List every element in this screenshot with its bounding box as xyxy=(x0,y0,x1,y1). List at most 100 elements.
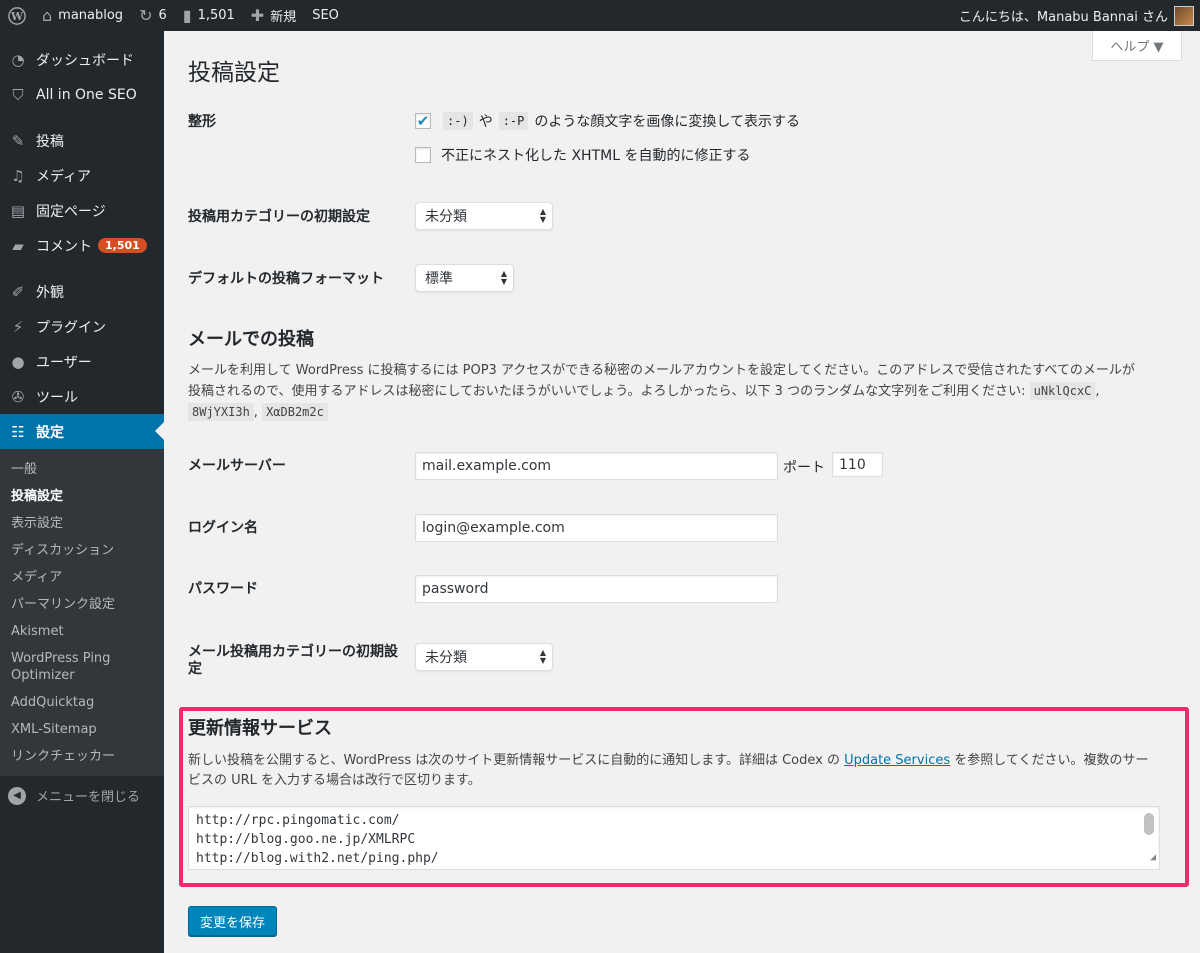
submenu-discussion[interactable]: ディスカッション xyxy=(0,537,164,564)
admin-bar: W ⌂ manablog ↻ 6 ▮ 1,501 ✚ 新規 SEO こんにちは、… xyxy=(0,0,1200,31)
wrench-icon: ✇ xyxy=(11,387,25,406)
submenu-wordpress-ping-optimizer[interactable]: WordPress Ping Optimizer xyxy=(0,645,120,689)
menu-all-in-one-seo[interactable]: ⛉ All in One SEO xyxy=(0,77,164,112)
update-services-description: 新しい投稿を公開すると、WordPress は次のサイト更新情報サービスに自動的… xyxy=(188,751,1173,791)
updates-link[interactable]: ↻ 6 xyxy=(131,0,175,31)
main-content: ヘルプ ▼ 投稿設定 整形 ✔ :-) や :-P のような顔文字を画像に変換し… xyxy=(164,31,1200,953)
emoticons-option: ✔ :-) や :-P のような顔文字を画像に変換して表示する xyxy=(415,111,800,131)
port-label: ポート xyxy=(783,460,825,476)
menu-tools[interactable]: ✇ ツール xyxy=(0,379,164,414)
menu-label: 投稿 xyxy=(36,133,64,150)
select-arrows-icon: ▲ ▼ xyxy=(539,648,546,665)
pin-icon: ✎ xyxy=(11,131,25,150)
update-services-desc-part1: 新しい投稿を公開すると、WordPress は次のサイト更新情報サービスに自動的… xyxy=(188,753,840,768)
collapse-arrow-icon: ◀ xyxy=(8,786,26,805)
default-format-value: 標準 xyxy=(425,271,453,287)
submenu-reading[interactable]: 表示設定 xyxy=(0,510,164,537)
wordpress-logo-icon[interactable]: W xyxy=(0,0,34,31)
option-text-mid: や xyxy=(478,114,493,130)
menu-media[interactable]: ♫ メディア xyxy=(0,158,164,193)
plus-icon: ✚ xyxy=(250,6,265,25)
avatar xyxy=(1174,5,1194,26)
settings-submenu: 一般 投稿設定 表示設定 ディスカッション メディア パーマリンク設定 Akis… xyxy=(0,449,164,776)
update-services-link[interactable]: Update Services xyxy=(844,753,950,768)
menu-comments[interactable]: ▰ コメント 1,501 xyxy=(0,228,164,263)
menu-label: コメント xyxy=(36,238,92,255)
updates-count: 6 xyxy=(158,8,167,23)
greeting-text: こんにちは、Manabu Bannai さん xyxy=(958,10,1168,25)
menu-pages[interactable]: ▤ 固定ページ xyxy=(0,193,164,228)
ping-url-line: http://blog.goo.ne.jp/XMLRPC xyxy=(196,832,416,847)
shield-icon: ⛉ xyxy=(12,85,24,104)
menu-users[interactable]: ● ユーザー xyxy=(0,344,164,379)
comment-count-badge: 1,501 xyxy=(98,238,147,253)
home-icon: ⌂ xyxy=(42,6,53,25)
submenu-addquicktag[interactable]: AddQuicktag xyxy=(0,689,164,716)
default-format-label: デフォルトの投稿フォーマット xyxy=(188,271,384,287)
select-arrows-icon: ▲ ▼ xyxy=(500,269,507,286)
default-format-select[interactable]: 標準 ▲ ▼ xyxy=(415,264,514,292)
email-category-value: 未分類 xyxy=(425,650,467,666)
menu-plugins[interactable]: ⚡ プラグイン xyxy=(0,309,164,344)
submenu-writing[interactable]: 投稿設定 xyxy=(0,483,164,510)
password-label: パスワード xyxy=(188,581,258,597)
mail-server-label: メールサーバー xyxy=(188,458,286,474)
post-via-email-heading: メールでの投稿 xyxy=(188,329,314,350)
comments-link[interactable]: ▮ 1,501 xyxy=(175,0,243,31)
brush-icon: ✐ xyxy=(11,282,25,301)
select-arrows-icon: ▲ ▼ xyxy=(539,207,546,224)
refresh-icon: ↻ xyxy=(139,6,153,25)
email-desc-line2: 投稿されるので、使用するアドレスは秘密にしておいたほうがいいでしょう。よろしかっ… xyxy=(188,384,1026,399)
seo-label: SEO xyxy=(312,8,339,23)
save-changes-button[interactable]: 変更を保存 xyxy=(188,906,278,936)
login-name-input[interactable]: login@example.com xyxy=(415,514,778,542)
site-name-link[interactable]: ⌂ manablog xyxy=(34,0,131,31)
default-category-label: 投稿用カテゴリーの初期設定 xyxy=(188,209,370,225)
menu-posts[interactable]: ✎ 投稿 xyxy=(0,123,164,158)
menu-settings[interactable]: ☷ 設定 xyxy=(0,414,164,449)
menu-dashboard[interactable]: ◔ ダッシュボード xyxy=(0,42,164,77)
ping-url-line: http://rpc.pingomatic.com/ xyxy=(196,813,400,828)
port-input[interactable]: 110 xyxy=(832,452,883,477)
admin-sidebar: ◔ ダッシュボード ⛉ All in One SEO ✎ 投稿 ♫ メディア ▤ 固定ペー… xyxy=(0,31,164,953)
menu-label: 固定ページ xyxy=(36,203,106,220)
submenu-general[interactable]: 一般 xyxy=(0,456,164,483)
email-category-label: メール投稿用カテゴリーの初期設定 xyxy=(188,644,398,677)
menu-label: メディア xyxy=(36,168,92,185)
plugin-icon: ⚡ xyxy=(12,317,24,336)
password-input[interactable]: password xyxy=(415,575,778,603)
submenu-permalinks[interactable]: パーマリンク設定 xyxy=(0,591,164,618)
code-smile: :-) xyxy=(443,112,473,130)
media-icon: ♫ xyxy=(11,166,25,185)
submenu-media[interactable]: メディア xyxy=(0,564,164,591)
update-services-desc-part2: を参照してください。複数のサー xyxy=(954,753,1149,768)
help-button[interactable]: ヘルプ ▼ xyxy=(1092,31,1182,61)
seo-link[interactable]: SEO xyxy=(304,0,347,31)
menu-label: 外観 xyxy=(36,284,64,301)
random-string-1: uNklQcxC xyxy=(1029,382,1096,400)
page-icon: ▤ xyxy=(10,201,26,220)
submenu-link-checker[interactable]: リンクチェッカー xyxy=(0,743,164,770)
collapse-menu-button[interactable]: ◀ メニューを閉じる xyxy=(0,776,164,805)
mail-server-input[interactable]: mail.example.com xyxy=(415,452,778,480)
site-name-label: manablog xyxy=(58,8,124,23)
menu-label: All in One SEO xyxy=(36,86,137,103)
default-category-select[interactable]: 未分類 ▲ ▼ xyxy=(415,202,553,230)
update-services-desc-line2: ビスの URL を入力する場合は改行で区切ります。 xyxy=(188,773,481,788)
random-string-2: 8WjYXI3h xyxy=(188,403,254,421)
emoticons-checkbox[interactable]: ✔ xyxy=(415,112,431,130)
email-category-select[interactable]: 未分類 ▲ ▼ xyxy=(415,643,553,671)
xhtml-option-label: 不正にネスト化した XHTML を自動的に修正する xyxy=(441,148,751,164)
my-account-link[interactable]: こんにちは、Manabu Bannai さん xyxy=(951,0,1194,31)
submenu-akismet[interactable]: Akismet xyxy=(0,618,164,645)
emoticons-option-label: のような顔文字を画像に変換して表示する xyxy=(534,114,800,130)
dashboard-icon: ◔ xyxy=(11,50,25,69)
textarea-scrollbar[interactable] xyxy=(1144,813,1154,835)
submenu-xml-sitemap[interactable]: XML-Sitemap xyxy=(0,716,164,743)
menu-label: ユーザー xyxy=(36,354,92,371)
xhtml-checkbox[interactable] xyxy=(415,147,431,163)
ping-sites-textarea[interactable]: http://rpc.pingomatic.com/ http://blog.g… xyxy=(188,806,1160,870)
menu-appearance[interactable]: ✐ 外観 xyxy=(0,274,164,309)
resize-handle-icon[interactable]: ◢ xyxy=(1150,848,1156,867)
new-content-link[interactable]: ✚ 新規 xyxy=(243,0,304,31)
